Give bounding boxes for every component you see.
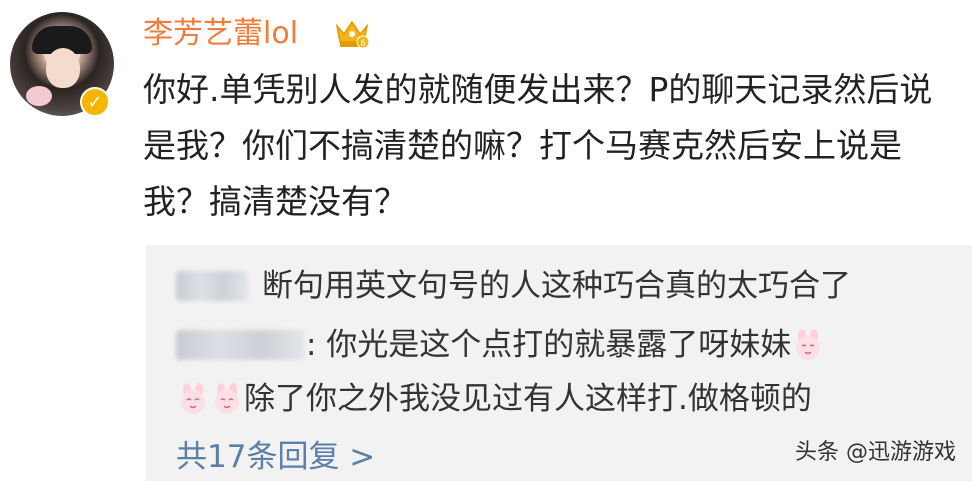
comment-item: 除了你之外我没见过有人这样打.做格顿的 (176, 378, 812, 420)
comment-text: 除了你之外我没见过有人这样打.做格顿的 (244, 381, 812, 417)
bunny-emoji-icon (215, 383, 239, 414)
pig-toy-shape (26, 86, 52, 106)
blurred-username (176, 330, 304, 360)
svg-text:6: 6 (360, 39, 365, 48)
username[interactable]: 李芳艺蕾lol (143, 14, 298, 54)
comment-item: 断句用英文句号的人这种巧合真的太巧合了 (176, 265, 851, 307)
view-replies-link[interactable]: 共17条回复 > (176, 437, 375, 477)
blurred-username (176, 271, 248, 301)
crown-icon: 6 (335, 20, 370, 49)
post-text: 你好.单凭别人发的就随便发出来？P的聊天记录然后说是我？你们不搞清楚的嘛？打个马… (143, 70, 933, 221)
watermark: 头条 @迅游游戏 (795, 440, 956, 465)
face-shape (46, 48, 80, 88)
comment-text: 断句用英文句号的人这种巧合真的太巧合了 (262, 268, 851, 304)
verified-icon: ✓ (80, 87, 110, 117)
bunny-emoji-icon (796, 329, 821, 360)
comment-text: : 你光是这个点打的就暴露了呀妹妹 (306, 327, 792, 363)
comment-item: : 你光是这个点打的就暴露了呀妹妹 (176, 324, 825, 366)
bunny-emoji-icon (181, 383, 205, 414)
